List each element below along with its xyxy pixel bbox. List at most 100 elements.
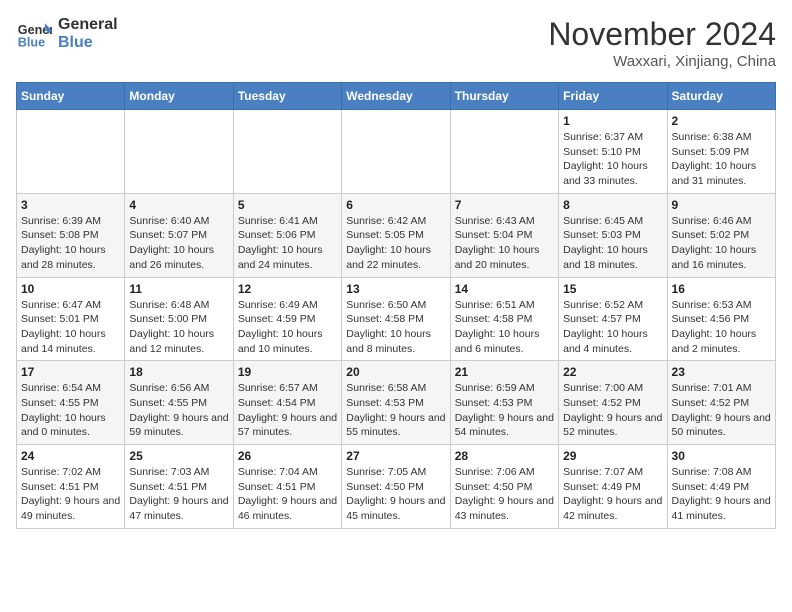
weekday-header: Monday bbox=[125, 83, 233, 110]
calendar-cell: 22 Sunrise: 7:00 AM Sunset: 4:52 PM Dayli… bbox=[559, 361, 667, 445]
weekday-header: Thursday bbox=[450, 83, 558, 110]
calendar-cell bbox=[17, 110, 125, 194]
weekday-header: Saturday bbox=[667, 83, 775, 110]
day-info: Sunrise: 6:40 AM Sunset: 5:07 PM Dayligh… bbox=[129, 214, 228, 273]
day-info: Sunrise: 6:50 AM Sunset: 4:58 PM Dayligh… bbox=[346, 298, 445, 357]
day-info: Sunrise: 7:04 AM Sunset: 4:51 PM Dayligh… bbox=[238, 465, 337, 524]
day-info: Sunrise: 6:54 AM Sunset: 4:55 PM Dayligh… bbox=[21, 381, 120, 440]
calendar-cell: 14Sunrise: 6:51 AM Sunset: 4:58 PM Dayli… bbox=[450, 277, 558, 361]
day-info: Sunrise: 7:05 AM Sunset: 4:50 PM Dayligh… bbox=[346, 465, 445, 524]
day-number: 18 bbox=[129, 365, 228, 379]
calendar-cell: 26 Sunrise: 7:04 AM Sunset: 4:51 PM Dayli… bbox=[233, 445, 341, 529]
day-number: 8 bbox=[563, 198, 662, 212]
day-number: 16 bbox=[672, 282, 771, 296]
day-info: Sunrise: 6:41 AM Sunset: 5:06 PM Dayligh… bbox=[238, 214, 337, 273]
title-block: November 2024 Waxxari, Xinjiang, China bbox=[548, 16, 776, 70]
day-number: 20 bbox=[346, 365, 445, 379]
calendar-week-row: 24Sunrise: 7:02 AM Sunset: 4:51 PM Dayli… bbox=[17, 445, 776, 529]
calendar-cell: 21 Sunrise: 6:59 AM Sunset: 4:53 PM Dayli… bbox=[450, 361, 558, 445]
day-number: 2 bbox=[672, 114, 771, 128]
calendar-cell bbox=[125, 110, 233, 194]
day-number: 7 bbox=[455, 198, 554, 212]
day-number: 1 bbox=[563, 114, 662, 128]
logo-general: General bbox=[58, 16, 118, 34]
month-title: November 2024 bbox=[548, 16, 776, 53]
calendar-cell: 5 Sunrise: 6:41 AM Sunset: 5:06 PM Daylig… bbox=[233, 193, 341, 277]
calendar-cell: 19Sunrise: 6:57 AM Sunset: 4:54 PM Dayli… bbox=[233, 361, 341, 445]
day-number: 23 bbox=[672, 365, 771, 379]
calendar-cell bbox=[342, 110, 450, 194]
day-info: Sunrise: 7:06 AM Sunset: 4:50 PM Dayligh… bbox=[455, 465, 554, 524]
calendar-cell: 8 Sunrise: 6:45 AM Sunset: 5:03 PM Daylig… bbox=[559, 193, 667, 277]
calendar-cell: 25 Sunrise: 7:03 AM Sunset: 4:51 PM Dayli… bbox=[125, 445, 233, 529]
calendar-cell: 9Sunrise: 6:46 AM Sunset: 5:02 PM Daylig… bbox=[667, 193, 775, 277]
calendar-week-row: 17 Sunrise: 6:54 AM Sunset: 4:55 PM Dayli… bbox=[17, 361, 776, 445]
calendar-cell: 11Sunrise: 6:48 AM Sunset: 5:00 PM Dayli… bbox=[125, 277, 233, 361]
weekday-header: Friday bbox=[559, 83, 667, 110]
day-number: 24 bbox=[21, 449, 120, 463]
calendar-cell: 4 Sunrise: 6:40 AM Sunset: 5:07 PM Daylig… bbox=[125, 193, 233, 277]
calendar-week-row: 3 Sunrise: 6:39 AM Sunset: 5:08 PM Daylig… bbox=[17, 193, 776, 277]
day-number: 25 bbox=[129, 449, 228, 463]
location: Waxxari, Xinjiang, China bbox=[548, 53, 776, 70]
page-header: General Blue General Blue November 2024 … bbox=[16, 16, 776, 70]
day-number: 30 bbox=[672, 449, 771, 463]
day-info: Sunrise: 7:07 AM Sunset: 4:49 PM Dayligh… bbox=[563, 465, 662, 524]
day-info: Sunrise: 7:00 AM Sunset: 4:52 PM Dayligh… bbox=[563, 381, 662, 440]
day-number: 17 bbox=[21, 365, 120, 379]
day-info: Sunrise: 7:03 AM Sunset: 4:51 PM Dayligh… bbox=[129, 465, 228, 524]
day-info: Sunrise: 6:45 AM Sunset: 5:03 PM Dayligh… bbox=[563, 214, 662, 273]
calendar-cell: 28Sunrise: 7:06 AM Sunset: 4:50 PM Dayli… bbox=[450, 445, 558, 529]
calendar-cell: 2 Sunrise: 6:38 AM Sunset: 5:09 PM Daylig… bbox=[667, 110, 775, 194]
day-info: Sunrise: 6:58 AM Sunset: 4:53 PM Dayligh… bbox=[346, 381, 445, 440]
day-info: Sunrise: 6:46 AM Sunset: 5:02 PM Dayligh… bbox=[672, 214, 771, 273]
calendar-cell: 18 Sunrise: 6:56 AM Sunset: 4:55 PM Dayli… bbox=[125, 361, 233, 445]
day-number: 12 bbox=[238, 282, 337, 296]
calendar-cell: 13Sunrise: 6:50 AM Sunset: 4:58 PM Dayli… bbox=[342, 277, 450, 361]
calendar-cell: 1 Sunrise: 6:37 AM Sunset: 5:10 PM Daylig… bbox=[559, 110, 667, 194]
calendar-cell: 17 Sunrise: 6:54 AM Sunset: 4:55 PM Dayli… bbox=[17, 361, 125, 445]
calendar-cell: 24Sunrise: 7:02 AM Sunset: 4:51 PM Dayli… bbox=[17, 445, 125, 529]
calendar-cell: 20 Sunrise: 6:58 AM Sunset: 4:53 PM Dayli… bbox=[342, 361, 450, 445]
day-info: Sunrise: 6:38 AM Sunset: 5:09 PM Dayligh… bbox=[672, 130, 771, 189]
day-number: 29 bbox=[563, 449, 662, 463]
logo-icon: General Blue bbox=[16, 16, 52, 52]
day-info: Sunrise: 6:42 AM Sunset: 5:05 PM Dayligh… bbox=[346, 214, 445, 273]
day-info: Sunrise: 6:52 AM Sunset: 4:57 PM Dayligh… bbox=[563, 298, 662, 357]
day-number: 4 bbox=[129, 198, 228, 212]
calendar-cell: 23 Sunrise: 7:01 AM Sunset: 4:52 PM Dayli… bbox=[667, 361, 775, 445]
day-number: 11 bbox=[129, 282, 228, 296]
day-info: Sunrise: 6:57 AM Sunset: 4:54 PM Dayligh… bbox=[238, 381, 337, 440]
day-info: Sunrise: 6:51 AM Sunset: 4:58 PM Dayligh… bbox=[455, 298, 554, 357]
day-info: Sunrise: 7:01 AM Sunset: 4:52 PM Dayligh… bbox=[672, 381, 771, 440]
logo-blue: Blue bbox=[58, 34, 118, 52]
day-info: Sunrise: 6:59 AM Sunset: 4:53 PM Dayligh… bbox=[455, 381, 554, 440]
day-info: Sunrise: 6:47 AM Sunset: 5:01 PM Dayligh… bbox=[21, 298, 120, 357]
day-info: Sunrise: 6:53 AM Sunset: 4:56 PM Dayligh… bbox=[672, 298, 771, 357]
calendar-cell: 3 Sunrise: 6:39 AM Sunset: 5:08 PM Daylig… bbox=[17, 193, 125, 277]
day-info: Sunrise: 6:37 AM Sunset: 5:10 PM Dayligh… bbox=[563, 130, 662, 189]
weekday-header: Wednesday bbox=[342, 83, 450, 110]
calendar-cell bbox=[450, 110, 558, 194]
day-number: 15 bbox=[563, 282, 662, 296]
day-number: 6 bbox=[346, 198, 445, 212]
day-number: 21 bbox=[455, 365, 554, 379]
day-number: 26 bbox=[238, 449, 337, 463]
weekday-header: Sunday bbox=[17, 83, 125, 110]
calendar-cell: 29 Sunrise: 7:07 AM Sunset: 4:49 PM Dayli… bbox=[559, 445, 667, 529]
day-number: 22 bbox=[563, 365, 662, 379]
calendar-cell: 27Sunrise: 7:05 AM Sunset: 4:50 PM Dayli… bbox=[342, 445, 450, 529]
day-number: 5 bbox=[238, 198, 337, 212]
calendar-cell: 7Sunrise: 6:43 AM Sunset: 5:04 PM Daylig… bbox=[450, 193, 558, 277]
calendar-header-row: SundayMondayTuesdayWednesdayThursdayFrid… bbox=[17, 83, 776, 110]
calendar-table: SundayMondayTuesdayWednesdayThursdayFrid… bbox=[16, 82, 776, 529]
logo: General Blue General Blue bbox=[16, 16, 118, 52]
day-info: Sunrise: 6:56 AM Sunset: 4:55 PM Dayligh… bbox=[129, 381, 228, 440]
calendar-cell: 16 Sunrise: 6:53 AM Sunset: 4:56 PM Dayli… bbox=[667, 277, 775, 361]
calendar-cell: 15 Sunrise: 6:52 AM Sunset: 4:57 PM Dayli… bbox=[559, 277, 667, 361]
calendar-week-row: 10 Sunrise: 6:47 AM Sunset: 5:01 PM Dayli… bbox=[17, 277, 776, 361]
day-info: Sunrise: 6:39 AM Sunset: 5:08 PM Dayligh… bbox=[21, 214, 120, 273]
calendar-cell bbox=[233, 110, 341, 194]
day-number: 10 bbox=[21, 282, 120, 296]
day-number: 3 bbox=[21, 198, 120, 212]
